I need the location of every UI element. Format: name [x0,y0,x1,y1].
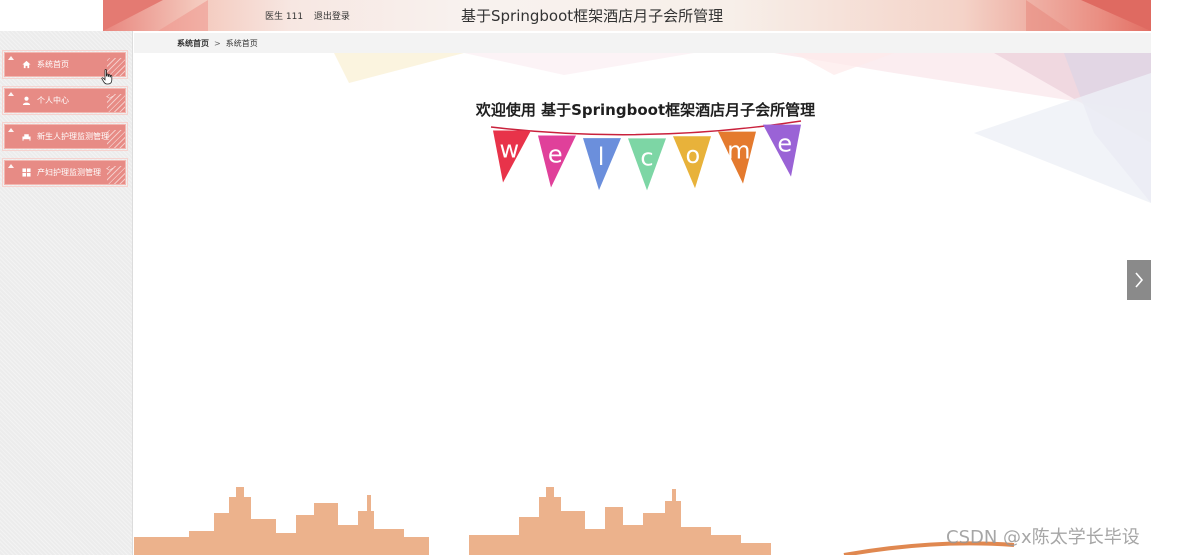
sidebar-item-maternal-care[interactable]: 产妇护理监测管理 ﹀ [2,158,128,187]
bunting-flag: l [583,138,621,191]
bunting-flag: c [628,138,666,191]
welcome-bunting: welcome [490,120,802,191]
sidebar-item-profile[interactable]: 个人中心 ﹀ [2,86,128,115]
chevron-right-icon [1135,272,1144,288]
app-title: 基于Springboot框架酒店月子会所管理 [461,7,724,25]
logout-link[interactable]: 退出登录 [314,12,350,22]
bunting-flag: e [763,124,801,177]
main-content: 欢迎使用 基于Springboot框架酒店月子会所管理 welcome [134,53,1151,555]
header-decoration [103,0,163,31]
sidebar-item-label: 产妇护理监测管理 [37,168,101,177]
bunting-flag: e [538,135,576,188]
grid-icon [21,168,31,178]
top-header: 医生 111 退出登录 基于Springboot框架酒店月子会所管理 [103,0,1151,31]
bunting-letter: c [640,143,653,171]
header-decoration [1026,0,1071,31]
chevron-down-icon: ﹀ [106,96,113,104]
sidebar-item-label: 系统首页 [37,60,69,69]
watermark-text: CSDN @x陈太学长毕设 [946,527,1140,548]
bunting-flag: o [673,136,711,189]
bunting-letter: l [598,143,605,171]
user-icon [21,96,31,106]
home-icon [21,60,31,70]
breadcrumb-separator: > [214,38,221,48]
bunting-letter: o [686,141,701,169]
hand-cursor-icon [101,69,113,85]
bed-icon [21,132,31,142]
breadcrumb: 系统首页 > 系统首页 [134,33,1151,53]
sidebar-item-label: 个人中心 [37,96,69,105]
chevron-down-icon: ﹀ [106,168,113,176]
bunting-flag: w [493,130,531,183]
bunting-flag: m [718,131,756,184]
user-name: 医生 111 [265,12,304,22]
header-decoration [1081,0,1151,31]
sidebar-item-newborn-care[interactable]: 新生人护理监测管理 [2,122,128,151]
breadcrumb-item-home[interactable]: 系统首页 [177,38,209,49]
app-frame: 医生 111 退出登录 基于Springboot框架酒店月子会所管理 系统首页 … [0,0,1181,555]
bunting-letter: e [777,130,792,158]
user-info: 医生 111 退出登录 [265,9,358,22]
sidebar-item-label: 新生人护理监测管理 [37,132,109,141]
bunting-letter: m [727,137,750,165]
carousel-next-button[interactable] [1127,260,1151,300]
bunting-letter: w [499,135,519,163]
bunting-letter: e [548,141,563,169]
breadcrumb-item-current: 系统首页 [225,38,258,48]
header-decoration [158,0,208,31]
